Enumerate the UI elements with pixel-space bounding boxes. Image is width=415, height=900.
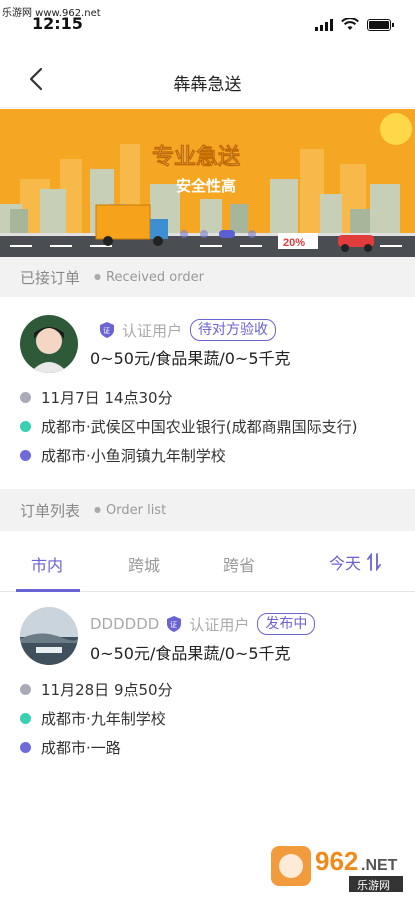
pickup-dot-icon	[20, 713, 31, 724]
verified-shield-icon: 证	[167, 616, 182, 632]
cargo-info: 0~50元/食品果蔬/0~5千克	[90, 644, 291, 663]
dropoff-row: 成都市·一路	[20, 737, 121, 758]
order-time-row: 11月7日 14点30分	[20, 387, 173, 408]
order-list-section-header: 订单列表 Order list	[0, 489, 415, 531]
banner-illustration: 20% 专业急送 安全性高	[0, 109, 415, 257]
cargo-info: 0~50元/食品果蔬/0~5千克	[90, 349, 291, 368]
received-heading: 已接订单	[20, 268, 81, 287]
verified-shield-icon: 证	[100, 322, 114, 338]
time-dot-icon	[20, 392, 31, 403]
order-time: 11月28日 9点50分	[41, 681, 173, 699]
pickup-row: 成都市·九年制学校	[20, 708, 166, 729]
region-tabs: 市内 跨城 跨省 今天	[0, 532, 415, 592]
banner-headline: 专业急送	[152, 144, 240, 170]
page-title: 犇犇急送	[173, 75, 242, 95]
wifi-icon	[341, 18, 359, 30]
tab-interprovince[interactable]: 跨省	[223, 552, 255, 576]
signal-icon	[315, 18, 333, 31]
verified-user-label: 认证用户	[122, 321, 183, 340]
promo-banner[interactable]: 20% 专业急送 安全性高	[0, 109, 415, 257]
nav-bar: 犇犇急送	[0, 52, 415, 108]
dropoff-row: 成都市·小鱼洞镇九年制学校	[20, 445, 226, 466]
battery-icon	[367, 18, 394, 31]
site-logo-watermark: 962 .NET 乐游网	[271, 846, 403, 892]
banner-sale-tag: 20%	[283, 237, 305, 249]
banner-subline: 安全性高	[176, 177, 236, 195]
tab-local[interactable]: 市内	[31, 552, 63, 576]
sort-button[interactable]: 今天	[329, 550, 381, 574]
received-heading-en: Received order	[94, 270, 204, 285]
svg-text:乐游网: 乐游网	[357, 879, 390, 892]
order-time: 11月7日 14点30分	[41, 389, 173, 407]
verified-user-label: 认证用户	[189, 615, 250, 634]
status-badge: 发布中	[257, 613, 316, 635]
svg-text:.NET: .NET	[361, 857, 398, 874]
order-list-heading: 订单列表	[20, 501, 81, 520]
tab-intercity[interactable]: 跨城	[128, 552, 160, 576]
dropoff-address: 成都市·小鱼洞镇九年制学校	[41, 447, 226, 465]
pickup-address: 成都市·武侯区中国农业银行(成都商鼎国际支行)	[41, 418, 358, 436]
dropoff-dot-icon	[20, 742, 31, 753]
avatar	[20, 315, 78, 373]
order-time-row: 11月28日 9点50分	[20, 679, 173, 700]
dropoff-address: 成都市·一路	[41, 739, 121, 757]
dropoff-dot-icon	[20, 450, 31, 461]
sort-label: 今天	[328, 554, 361, 573]
svg-text:962: 962	[315, 846, 358, 876]
received-section-header: 已接订单 Received order	[0, 257, 415, 297]
status-badge: 待对方验收	[190, 319, 277, 341]
pickup-row: 成都市·武侯区中国农业银行(成都商鼎国际支行)	[20, 416, 357, 437]
svg-text:证: 证	[103, 327, 110, 335]
svg-text:证: 证	[170, 621, 177, 629]
time-dot-icon	[20, 684, 31, 695]
sort-arrows-icon	[367, 553, 381, 571]
avatar	[20, 607, 78, 665]
order-list-card[interactable]: DDDDDD 证 认证用户 发布中 0~50元/食品果蔬/0~5千克 11月28…	[0, 593, 415, 783]
username: DDDDDD	[90, 615, 160, 633]
site-watermark: 乐游网 www.962.net	[2, 8, 101, 19]
pickup-dot-icon	[20, 421, 31, 432]
pickup-address: 成都市·九年制学校	[41, 710, 166, 728]
order-list-heading-en: Order list	[94, 503, 166, 518]
active-tab-indicator	[16, 589, 80, 592]
received-order-card[interactable]: 证 认证用户 待对方验收 0~50元/食品果蔬/0~5千克 11月7日 14点3…	[0, 297, 415, 487]
